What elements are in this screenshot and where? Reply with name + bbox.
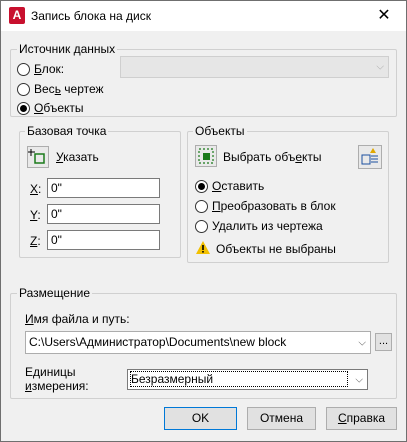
window-title: Запись блока на диск (31, 9, 151, 23)
radio-convert-to-block[interactable]: Преобразовать в блок (195, 199, 336, 213)
file-path-label: Имя файла и путь: (25, 312, 130, 326)
pick-point-icon (28, 149, 45, 164)
autocad-app-icon: A (9, 7, 25, 24)
objects-group-label: Объекты (193, 124, 247, 138)
radio-objects-dot[interactable] (17, 101, 30, 115)
file-path-value: C:\Users\Администратор\Documents\new blo… (29, 335, 287, 349)
select-objects-label[interactable]: Выбрать объекты (223, 150, 322, 164)
chevron-down-icon: ⌵ (355, 374, 363, 385)
x-label: X: (30, 182, 42, 196)
source-group-label: Источник данных (17, 42, 118, 56)
pick-point-button[interactable] (27, 146, 49, 168)
units-combo-value: Безразмерный (130, 371, 348, 387)
radio-retain[interactable]: Оставить (195, 179, 264, 193)
units-label-line1: Единицы (25, 365, 76, 379)
radio-entire-drawing-dot[interactable] (17, 82, 30, 96)
ok-button[interactable]: OK (164, 407, 237, 430)
warning-icon (196, 241, 210, 257)
radio-delete-from-drawing-label: Удалить из чертежа (212, 219, 323, 233)
x-field[interactable]: 0" (47, 178, 160, 198)
title-bar: A Запись блока на диск ✕ (1, 1, 406, 31)
units-label-line2: измерения: (25, 379, 89, 393)
units-combo[interactable]: Безразмерный ⌵ (127, 369, 368, 390)
radio-entire-drawing[interactable]: Весь чертеж (17, 82, 104, 96)
quick-select-button[interactable] (358, 145, 382, 169)
file-path-combo[interactable]: C:\Users\Администратор\Documents\new blo… (25, 331, 371, 354)
radio-block-label: Блок: (34, 62, 65, 76)
close-button[interactable]: ✕ (375, 7, 393, 25)
block-combo[interactable]: ⌵ (120, 56, 389, 78)
write-block-dialog: A Запись блока на диск ✕ Источник данных… (0, 0, 407, 442)
radio-retain-dot[interactable] (195, 179, 208, 193)
select-objects-icon-button[interactable] (195, 145, 217, 167)
cancel-button[interactable]: Отмена (247, 407, 316, 430)
y-label: Y: (30, 208, 41, 222)
help-button[interactable]: Справка (326, 407, 397, 430)
radio-block[interactable]: Блок: (17, 62, 64, 76)
radio-block-dot[interactable] (17, 62, 30, 76)
radio-convert-to-block-label: Преобразовать в блок (212, 199, 336, 213)
radio-delete-from-drawing-dot[interactable] (195, 219, 208, 233)
radio-delete-from-drawing[interactable]: Удалить из чертежа (195, 219, 323, 233)
radio-entire-drawing-label: Весь чертеж (34, 82, 104, 96)
destination-group-label: Размещение (17, 286, 92, 300)
chevron-down-icon: ⌵ (358, 337, 366, 348)
units-label: Единицы измерения: (25, 365, 89, 393)
pick-point-label[interactable]: Указать (56, 150, 99, 164)
radio-convert-to-block-dot[interactable] (195, 199, 208, 213)
radio-objects-label: Объекты (34, 101, 84, 115)
z-field[interactable]: 0" (47, 230, 160, 250)
base-point-group-label: Базовая точка (25, 124, 109, 138)
quick-select-icon (361, 148, 378, 165)
radio-objects[interactable]: Объекты (17, 101, 84, 115)
objects-status-text: Объекты не выбраны (216, 242, 336, 256)
select-objects-icon (198, 148, 214, 164)
z-label: Z: (30, 234, 41, 248)
y-field[interactable]: 0" (47, 204, 160, 224)
chevron-down-icon: ⌵ (376, 61, 384, 73)
radio-retain-label: Оставить (212, 179, 265, 193)
browse-button[interactable]: ... (375, 333, 392, 351)
